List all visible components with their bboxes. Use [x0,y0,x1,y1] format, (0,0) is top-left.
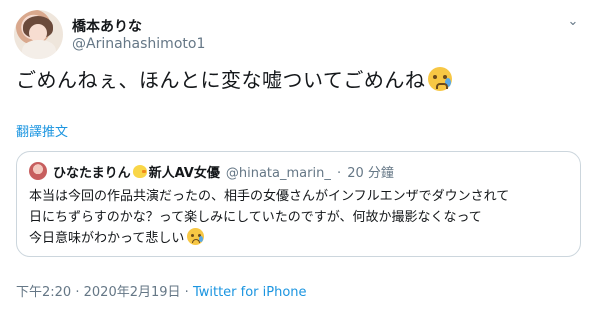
quoted-time: 20 分鐘 [347,166,394,181]
chevron-down-icon[interactable]: ⌄ [563,12,583,32]
hatching-chick-icon [132,165,147,178]
tweet-meta: 下午2:20 · 2020年2月19日 · Twitter for iPhone [16,281,307,300]
quoted-line-3: 今日意味がわかって悲しい [29,228,569,249]
tear-drop [445,78,452,87]
quoted-tweet-header: ひなたまりん 新人AV女優 @hinata_marin_ · 20 分鐘 [53,162,394,181]
quoted-author-avatar [29,162,47,180]
meta-separator: · [75,285,80,300]
crying-face-emoji-icon [428,67,453,91]
quoted-line-1: 本当は今回の作品共演だったの、相手の女優さんがインフルエンザでダウンされて [29,189,510,204]
quoted-separator: · [336,166,342,181]
author-avatar[interactable] [14,10,63,59]
quoted-line-2: 日にちずらすのかな？って楽しみにしていたのですが、何故か撮影なくなって [29,210,482,225]
meta-separator: · [184,285,189,300]
crying-face-emoji-icon [187,228,205,245]
quoted-tweet[interactable]: ひなたまりん 新人AV女優 @hinata_marin_ · 20 分鐘 本当は今回… [16,151,581,257]
author-handle[interactable]: @Arinahashimoto1 [72,36,205,52]
tweet-text: ごめんねぇ、ほんとに変な嘘ついてごめんね [16,64,453,93]
translate-tweet-link[interactable]: 翻譯推文 [16,121,68,140]
quoted-line-3-text: 今日意味がわかって悲しい [29,231,185,246]
quoted-author-name-part1: ひなたまりん [53,166,131,181]
avatar-body [22,40,56,59]
tweet-time[interactable]: 下午2:20 [16,285,71,300]
author-display-name[interactable]: 橋本ありな [72,16,142,36]
tweet-card: 橋本ありな @Arinahashimoto1 ⌄ ごめんねぇ、ほんとに変な嘘つい… [0,0,596,309]
tear-drop [199,236,204,242]
quoted-tweet-body: 本当は今回の作品共演だったの、相手の女優さんがインフルエンザでダウンされて 日に… [29,186,569,249]
tweet-date[interactable]: 2020年2月19日 [84,285,181,300]
quoted-author-handle: @hinata_marin_ [225,166,331,181]
tweet-source-link[interactable]: Twitter for iPhone [193,285,307,300]
quoted-author-name-part2: 新人AV女優 [148,166,220,181]
tweet-text-content: ごめんねぇ、ほんとに変な嘘ついてごめんね [16,68,426,92]
